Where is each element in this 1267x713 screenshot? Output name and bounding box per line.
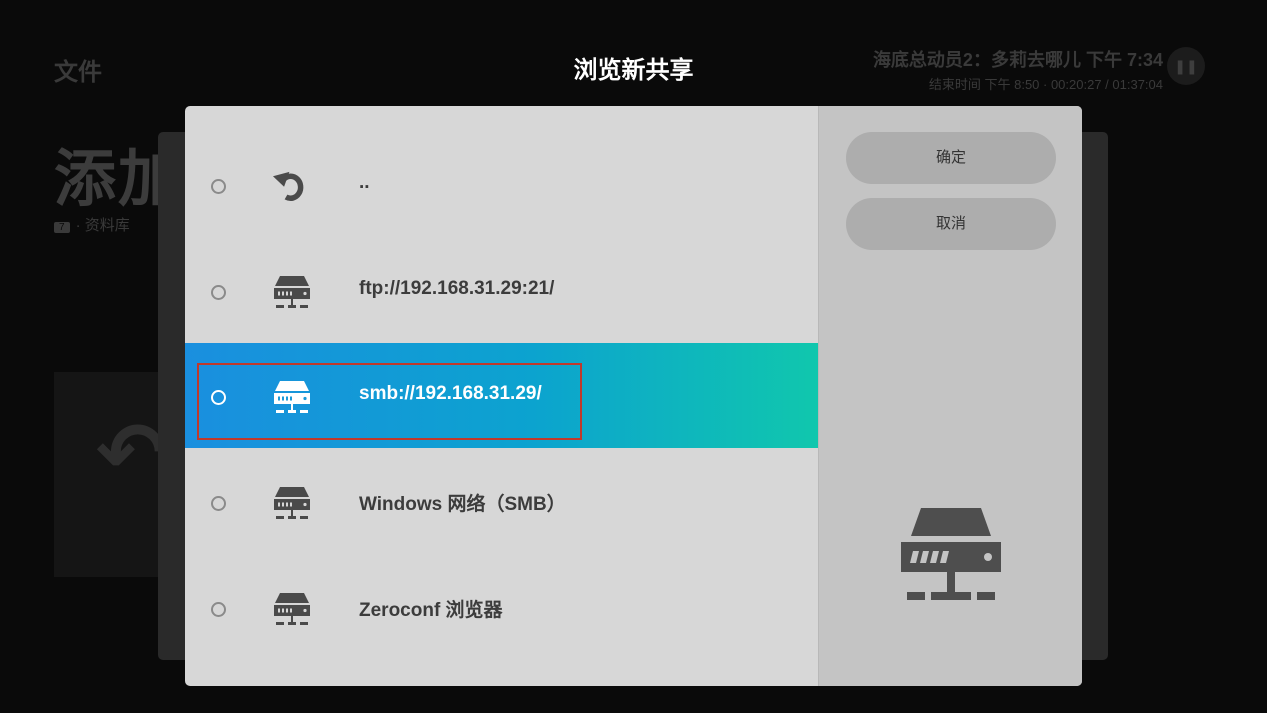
share-item-label: smb://192.168.31.29/ [359, 383, 542, 404]
radio-button[interactable] [211, 602, 226, 617]
network-drive-icon [274, 593, 310, 625]
network-drive-icon [901, 508, 1001, 600]
share-item-ftp[interactable]: ftp://192.168.31.29:21/ [185, 238, 818, 343]
share-item-label: ftp://192.168.31.29:21/ [359, 278, 555, 299]
share-item-windows-network[interactable]: Windows 网络（SMB） [185, 449, 818, 554]
library-subtitle-text: · 资料库 [75, 217, 130, 234]
back-arrow-icon [272, 171, 304, 201]
library-count-badge: 7 [54, 222, 70, 233]
share-item-label: .. [359, 172, 370, 193]
share-item-zeroconf[interactable]: Zeroconf 浏览器 [185, 555, 818, 660]
radio-button[interactable] [211, 285, 226, 300]
share-item-label: Windows 网络（SMB） [359, 494, 566, 515]
dialog-side-panel: 确定 取消 [818, 106, 1082, 686]
share-item-label: Zeroconf 浏览器 [359, 600, 503, 621]
background-back-icon: ↶ [96, 406, 167, 500]
library-subtitle: 7 · 资料库 [54, 214, 130, 235]
cancel-button[interactable]: 取消 [846, 198, 1056, 250]
radio-button[interactable] [211, 390, 226, 405]
network-drive-icon [274, 487, 310, 519]
share-item-parent[interactable]: .. [185, 132, 818, 237]
network-drive-icon [274, 276, 310, 308]
browse-share-dialog: .. ftp://192.168.31.29:21/ smb://192.168… [185, 106, 1082, 686]
radio-button[interactable] [211, 179, 226, 194]
share-item-smb[interactable]: smb://192.168.31.29/ [185, 343, 818, 448]
network-drive-icon [274, 381, 310, 413]
dialog-title: 浏览新共享 [573, 57, 694, 84]
ok-button[interactable]: 确定 [846, 132, 1056, 184]
radio-button[interactable] [211, 496, 226, 511]
share-list: .. ftp://192.168.31.29:21/ smb://192.168… [185, 106, 818, 686]
